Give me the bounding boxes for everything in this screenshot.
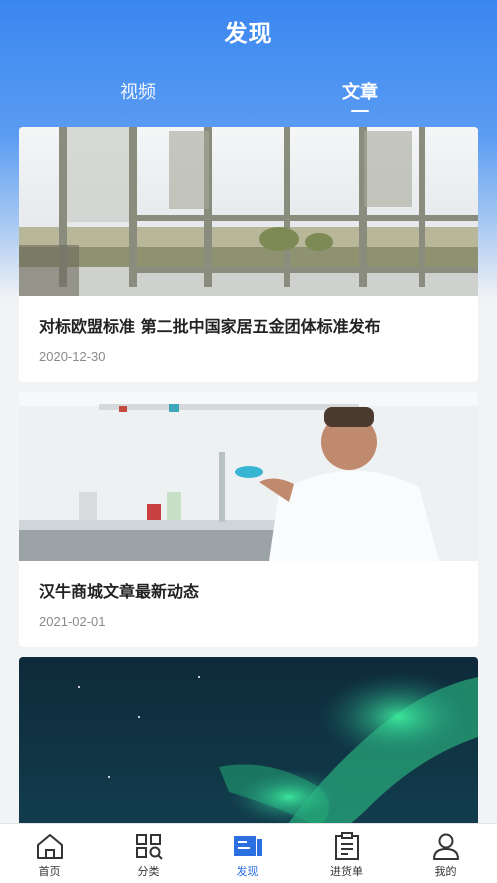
home-icon <box>37 834 63 859</box>
tabbar-item-home[interactable]: 首页 <box>0 824 99 883</box>
article-image <box>19 392 478 561</box>
article-image <box>19 657 478 837</box>
article-title: 对标欧盟标准 第二批中国家居五金团体标准发布 <box>39 317 381 336</box>
tabbar-item-order-list[interactable]: 进货单 <box>297 824 396 883</box>
tabbar-item-profile[interactable]: 我的 <box>396 824 495 883</box>
active-tab-indicator <box>351 110 369 112</box>
tab-article[interactable]: 文章 <box>320 78 400 104</box>
article-card[interactable]: 对标欧盟标准 第二批中国家居五金团体标准发布 2020-12-30 <box>19 127 478 382</box>
article-image <box>19 127 478 296</box>
bottom-tab-bar: 首页 分类 发现 进货单 我的 <box>0 823 497 883</box>
article-title: 汉牛商城文章最新动态 <box>39 582 200 601</box>
content-tabs: 视频 文章 <box>0 78 497 118</box>
profile-icon <box>433 833 459 860</box>
tabbar-label: 首页 <box>38 865 61 878</box>
tabbar-label: 我的 <box>434 865 457 878</box>
article-date: 2021-02-01 <box>39 614 106 629</box>
tabbar-label: 进货单 <box>330 865 363 878</box>
tab-video[interactable]: 视频 <box>98 78 178 104</box>
discover-icon <box>234 836 262 856</box>
article-date: 2020-12-30 <box>39 349 106 364</box>
article-card[interactable] <box>19 657 478 837</box>
article-card[interactable]: 汉牛商城文章最新动态 2021-02-01 <box>19 392 478 647</box>
category-icon <box>136 834 163 860</box>
tabbar-item-category[interactable]: 分类 <box>99 824 198 883</box>
tabbar-label: 发现 <box>236 865 259 878</box>
tabbar-item-discover[interactable]: 发现 <box>198 824 297 883</box>
tabbar-label: 分类 <box>137 865 160 878</box>
order-list-icon <box>335 832 359 860</box>
page-title: 发现 <box>224 21 273 47</box>
